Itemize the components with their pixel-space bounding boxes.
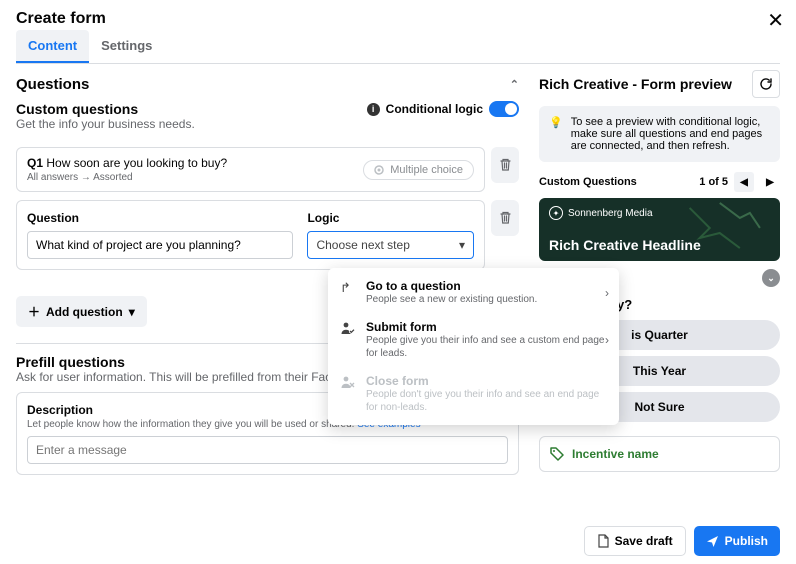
dd-submit-form[interactable]: Submit formPeople give you their info an… <box>328 313 619 367</box>
caret-down-icon: ▾ <box>459 238 465 252</box>
tab-settings[interactable]: Settings <box>89 30 164 63</box>
page-indicator: 1 of 5 <box>699 176 728 188</box>
arrow-corner-icon: ↱ <box>340 280 356 296</box>
question-1-card[interactable]: Q1 How soon are you looking to buy? All … <box>16 147 485 192</box>
delete-q2-button[interactable] <box>491 200 519 236</box>
conditional-logic-label: Conditional logic <box>386 102 483 116</box>
dd-close-form: Close formPeople don't give you their in… <box>328 367 619 421</box>
chevron-right-icon: › <box>605 286 609 300</box>
preview-section-label: Custom Questions <box>539 176 637 188</box>
save-draft-button[interactable]: Save draft <box>584 526 686 556</box>
preview-title: Rich Creative - Form preview <box>539 76 732 92</box>
questions-heading: Questions <box>16 76 89 93</box>
logic-dropdown: ↱ Go to a questionPeople see a new or ex… <box>328 268 619 425</box>
logic-label: Logic <box>307 211 474 225</box>
conditional-logic-toggle[interactable] <box>489 101 519 117</box>
incentive-card: Incentive name <box>539 436 780 472</box>
plus-icon: ＋ <box>28 303 40 320</box>
preview-tip: 💡 To see a preview with conditional logi… <box>539 106 780 162</box>
close-icon[interactable]: ✕ <box>767 8 784 33</box>
publish-button[interactable]: Publish <box>694 526 780 556</box>
tab-content[interactable]: Content <box>16 30 89 63</box>
collapse-icon[interactable]: ⌃ <box>510 78 519 91</box>
question-label: Question <box>27 211 293 225</box>
question-type-badge: Multiple choice <box>363 160 474 180</box>
tabs: Content Settings <box>16 30 780 64</box>
custom-questions-sub: Get the info your business needs. <box>16 117 195 131</box>
caret-down-icon: ▾ <box>129 305 135 319</box>
delete-q1-button[interactable] <box>491 147 519 183</box>
tag-icon <box>550 447 564 461</box>
chevron-down-icon[interactable]: ⌄ <box>762 269 780 287</box>
chevron-right-icon: › <box>605 333 609 347</box>
next-page-button[interactable]: ▶ <box>760 172 780 192</box>
send-icon <box>706 535 719 548</box>
info-icon[interactable]: i <box>367 103 380 116</box>
refresh-button[interactable] <box>752 70 780 98</box>
brand-logo-icon: ✦ <box>549 206 563 220</box>
person-x-icon <box>340 375 356 389</box>
prev-page-button[interactable]: ◀ <box>734 172 754 192</box>
custom-questions-title: Custom questions <box>16 101 195 117</box>
preview-hero: ✦Sonnenberg Media Rich Creative Headline <box>539 198 780 261</box>
question-2-card: Question Logic Choose next step ▾ <box>16 200 485 270</box>
question-text-input[interactable] <box>27 231 293 259</box>
modal-title: Create form <box>16 10 106 28</box>
dd-go-to-question[interactable]: ↱ Go to a questionPeople see a new or ex… <box>328 272 619 313</box>
add-question-button[interactable]: ＋ Add question ▾ <box>16 296 147 327</box>
document-icon <box>597 534 609 548</box>
description-input[interactable] <box>27 436 508 464</box>
person-check-icon <box>340 321 356 335</box>
logic-select[interactable]: Choose next step ▾ <box>307 231 474 259</box>
lightbulb-icon: 💡 <box>549 116 563 152</box>
